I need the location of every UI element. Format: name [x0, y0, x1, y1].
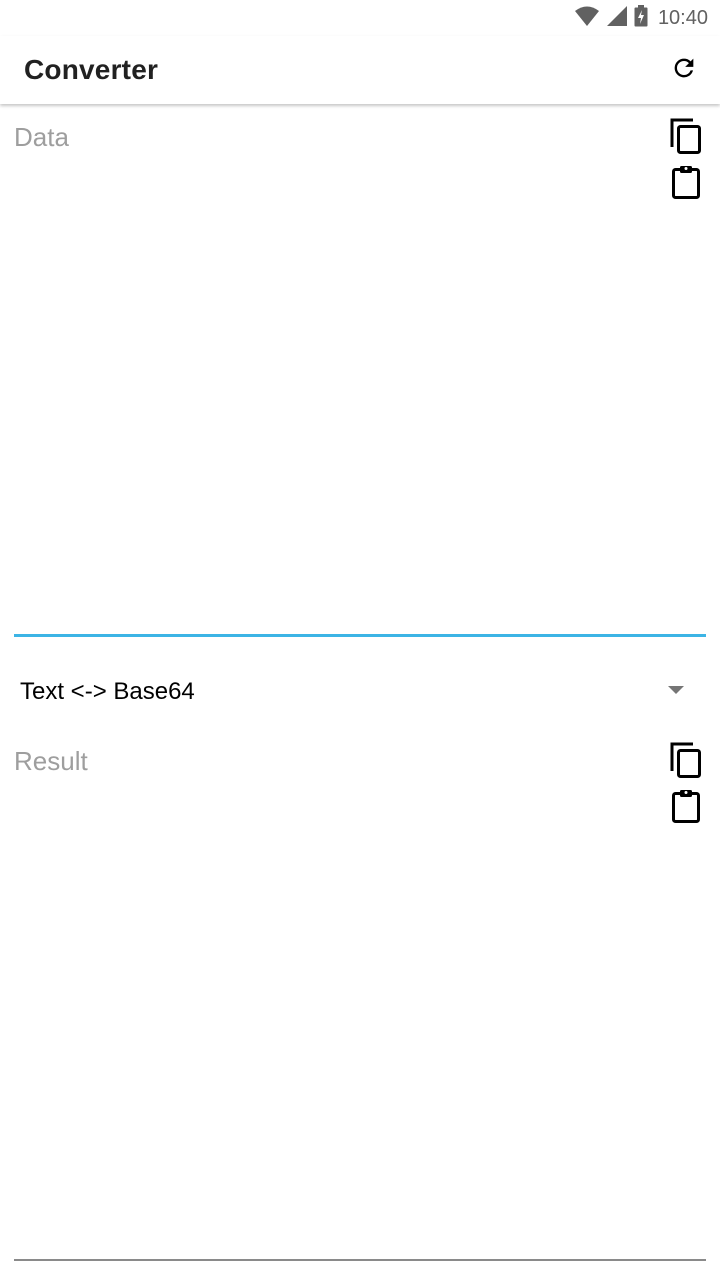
result-copy-button[interactable]: [668, 742, 704, 782]
status-bar: 10:40: [0, 0, 720, 36]
status-icons: 10:40: [574, 4, 708, 32]
copy-icon: [669, 117, 703, 160]
refresh-icon: [670, 54, 698, 87]
conversion-select[interactable]: Text <-> Base64: [14, 662, 706, 722]
result-field: [14, 736, 706, 1261]
paste-icon: [671, 164, 701, 205]
paste-icon: [671, 788, 701, 829]
data-field: [14, 112, 706, 637]
data-copy-button[interactable]: [668, 118, 704, 158]
page-title: Converter: [24, 54, 159, 85]
status-time: 10:40: [657, 6, 708, 29]
cell-signal-icon: [606, 5, 628, 32]
conversion-select-value: Text <-> Base64: [20, 678, 195, 705]
result-field-underline: [14, 1259, 706, 1261]
data-field-underline: [14, 634, 706, 637]
result-paste-button[interactable]: [668, 788, 704, 828]
wifi-icon: [574, 5, 600, 32]
result-input[interactable]: [14, 746, 654, 1251]
data-input[interactable]: [14, 122, 654, 627]
copy-icon: [669, 741, 703, 784]
battery-charging-icon: [634, 4, 648, 32]
app-bar: Converter: [0, 36, 720, 104]
refresh-button[interactable]: [666, 52, 702, 88]
data-paste-button[interactable]: [668, 164, 704, 204]
dropdown-arrow-icon: [668, 686, 684, 694]
